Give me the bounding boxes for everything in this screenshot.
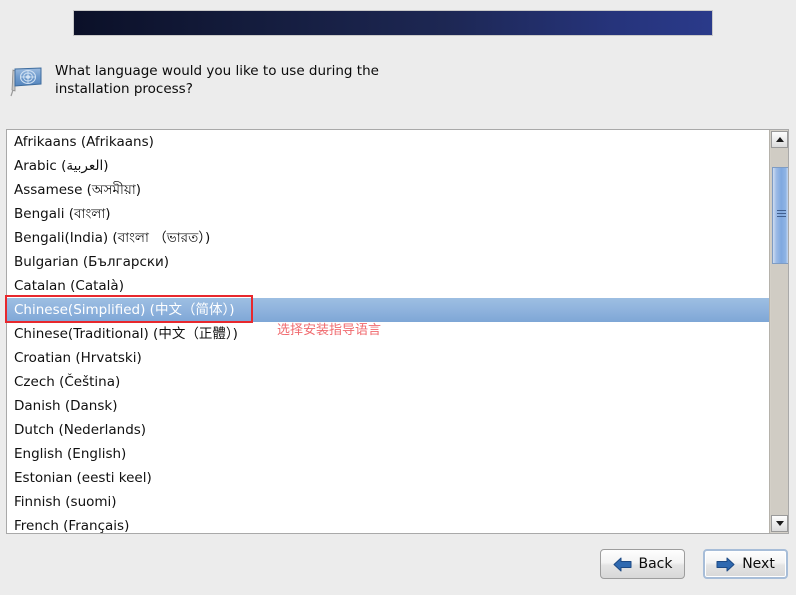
prompt-row: What language would you like to use duri… [0, 58, 796, 108]
next-button-label: Next [742, 556, 775, 572]
flag-icon [8, 64, 46, 98]
chevron-up-icon [775, 137, 784, 142]
language-list-viewport[interactable]: Afrikaans (Afrikaans) Arabic (العربية) Ass… [7, 130, 769, 533]
language-list-box[interactable]: Afrikaans (Afrikaans) Arabic (العربية) Ass… [6, 129, 789, 534]
scrollbar-grip-icon [777, 210, 786, 218]
language-list-scrollbar[interactable] [769, 130, 788, 533]
language-list-item[interactable]: Czech (Čeština) [7, 370, 769, 394]
scrollbar-up-button[interactable] [771, 131, 788, 148]
language-list-item[interactable]: Estonian (eesti keel) [7, 466, 769, 490]
navigation-button-bar: Back Next [0, 539, 796, 595]
chevron-down-icon [775, 521, 784, 526]
scrollbar-thumb[interactable] [772, 167, 788, 264]
language-list-item[interactable]: French (Français) [7, 514, 769, 533]
language-list-item[interactable]: Afrikaans (Afrikaans) [7, 130, 769, 154]
language-list-item[interactable]: Assamese (অসমীয়া) [7, 178, 769, 202]
language-list-item[interactable]: Catalan (Català) [7, 274, 769, 298]
installer-banner-area [0, 0, 796, 48]
annotation-label: 选择安装指导语言 [277, 323, 382, 338]
language-list-item[interactable]: Chinese(Simplified) (中文（简体）) [7, 298, 769, 322]
arrow-left-icon [613, 557, 632, 572]
language-list-item[interactable]: Arabic (العربية) [7, 154, 769, 178]
language-list-item[interactable]: Croatian (Hrvatski) [7, 346, 769, 370]
back-button-label: Back [638, 556, 673, 572]
installer-banner [73, 10, 713, 36]
language-list-item[interactable]: English (English) [7, 442, 769, 466]
language-list-item[interactable]: Dutch (Nederlands) [7, 418, 769, 442]
prompt-text: What language would you like to use duri… [55, 63, 379, 97]
back-button[interactable]: Back [600, 549, 685, 579]
scrollbar-down-button[interactable] [771, 515, 788, 532]
language-list-item[interactable]: Danish (Dansk) [7, 394, 769, 418]
language-list-item[interactable]: Bengali(India) (বাংলা （ভারত）) [7, 226, 769, 250]
language-list-item[interactable]: Bengali (বাংলা) [7, 202, 769, 226]
language-list-item[interactable]: Bulgarian (Български) [7, 250, 769, 274]
language-list-item[interactable]: Finnish (suomi) [7, 490, 769, 514]
arrow-right-icon [716, 557, 735, 572]
language-list-item[interactable]: Chinese(Traditional) (中文（正體）) [7, 322, 769, 346]
scrollbar-track[interactable] [771, 148, 788, 515]
next-button[interactable]: Next [703, 549, 788, 579]
